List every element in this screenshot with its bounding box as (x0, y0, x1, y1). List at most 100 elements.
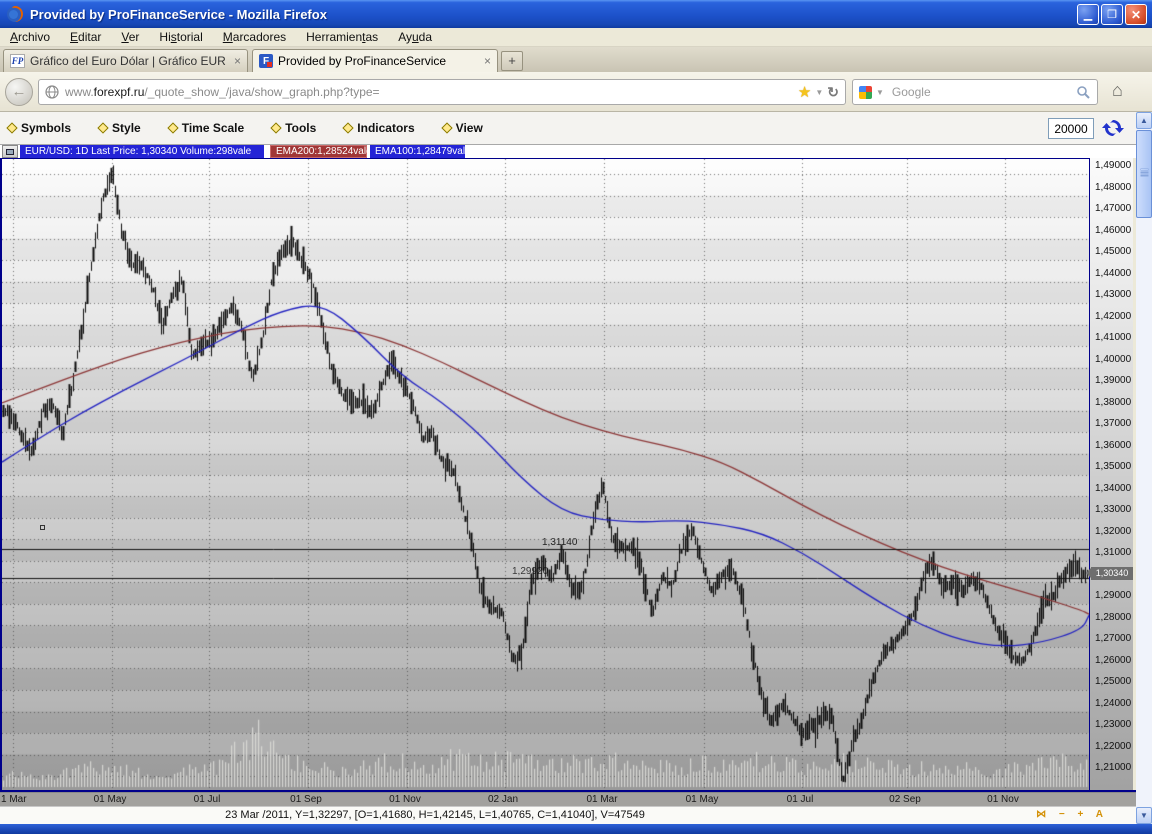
x-tick-label: 01 Mar (586, 794, 617, 805)
y-tick-label: 1,31000 (1095, 547, 1131, 558)
tab-strip: FP Gráfico del Euro Dólar | Gráfico EUR … (0, 47, 1152, 72)
tab-provided-by-profinanceservice[interactable]: F Provided by ProFinanceService × (252, 49, 498, 72)
tab-close-icon[interactable]: × (484, 54, 491, 68)
diamond-icon (343, 122, 354, 133)
scroll-down-icon[interactable]: ▼ (1136, 807, 1152, 824)
y-tick-label: 1,28000 (1095, 612, 1131, 623)
chart-corner-icons[interactable]: ⋈ − + A (1036, 809, 1108, 820)
y-tick-label: 1,44000 (1095, 268, 1131, 279)
y-tick-label: 1,26000 (1095, 655, 1131, 666)
x-tick-label: 1 Mar (1, 794, 27, 805)
search-engine-dropdown-icon[interactable]: ▼ (876, 88, 884, 97)
scroll-up-icon[interactable]: ▲ (1136, 112, 1152, 129)
close-button[interactable]: ✕ (1125, 4, 1147, 25)
menu-herramientas[interactable]: Herramientas (296, 28, 388, 46)
reload-icon[interactable]: ↻ (827, 84, 839, 101)
y-tick-label: 1,22000 (1095, 741, 1131, 752)
y-tick-label: 1,33000 (1095, 504, 1131, 515)
url-text[interactable]: www.forexpf.ru/_quote_show_/java/show_gr… (65, 85, 798, 99)
y-tick-label: 1,45000 (1095, 246, 1131, 257)
menu-bar: Archivo Editar Ver Historial Marcadores … (0, 28, 1152, 47)
tab-label: Provided by ProFinanceService (278, 54, 480, 68)
y-tick-label: 1,29000 (1095, 590, 1131, 601)
home-icon[interactable]: ⌂ (1112, 80, 1123, 101)
diamond-icon (441, 122, 452, 133)
tab-close-icon[interactable]: × (234, 54, 241, 68)
x-tick-label: 01 Nov (389, 794, 421, 805)
window-bottom-border (0, 824, 1152, 834)
toolbar-tools[interactable]: Tools (272, 121, 316, 135)
x-tick-label: 01 May (686, 794, 719, 805)
tab-label: Gráfico del Euro Dólar | Gráfico EUR USD… (30, 54, 230, 68)
menu-historial[interactable]: Historial (149, 28, 212, 46)
ema200-chip[interactable]: EMA200:1,28524vale (270, 145, 367, 158)
window-title: Provided by ProFinanceService - Mozilla … (30, 7, 327, 22)
toolbar-time-scale[interactable]: Time Scale (169, 121, 244, 135)
menu-marcadores[interactable]: Marcadores (213, 28, 296, 46)
status-bar: 23 Mar /2011, Y=1,32297, [O=1,41680, H=1… (0, 806, 1136, 824)
toolbar-indicators[interactable]: Indicators (344, 121, 414, 135)
ema100-chip[interactable]: EMA100:1,28479vale (370, 145, 465, 158)
restore-button[interactable]: ❐ (1101, 4, 1123, 25)
menu-archivo[interactable]: Archivo (0, 28, 60, 46)
tab-grafico-euro-dolar[interactable]: FP Gráfico del Euro Dólar | Gráfico EUR … (3, 49, 248, 72)
title-bar[interactable]: Provided by ProFinanceService - Mozilla … (0, 0, 1152, 28)
navigation-toolbar: ← www.forexpf.ru/_quote_show_/java/show_… (0, 72, 1152, 112)
y-tick-label: 1,27000 (1095, 633, 1131, 644)
scrollbar-thumb[interactable] (1136, 130, 1152, 218)
search-placeholder[interactable]: Google (892, 85, 1076, 99)
diamond-icon (97, 122, 108, 133)
menu-ver[interactable]: Ver (111, 28, 149, 46)
firefox-window: Provided by ProFinanceService - Mozilla … (0, 0, 1152, 834)
y-tick-label: 1,38000 (1095, 397, 1131, 408)
y-tick-label: 1,36000 (1095, 440, 1131, 451)
menu-editar[interactable]: Editar (60, 28, 111, 46)
x-tick-label: 01 May (94, 794, 127, 805)
time-axis[interactable]: 1 Mar01 May01 Jul01 Sep01 Nov02 Jan01 Ma… (0, 792, 1136, 806)
x-tick-label: 01 Jul (194, 794, 221, 805)
menu-ayuda[interactable]: Ayuda (388, 28, 442, 46)
x-tick-label: 02 Jan (488, 794, 518, 805)
back-button[interactable]: ← (5, 78, 33, 106)
bookmark-star-icon[interactable]: ★ (798, 83, 811, 101)
diamond-icon (167, 122, 178, 133)
y-tick-label: 1,49000 (1095, 160, 1131, 171)
chart-header: EUR/USD: 1D Last Price: 1,30340 Volume:2… (0, 145, 1136, 158)
y-tick-label: 1,34000 (1095, 483, 1131, 494)
magnifier-icon[interactable] (1076, 85, 1091, 100)
y-tick-label: 1,48000 (1095, 182, 1131, 193)
y-tick-label: 1,25000 (1095, 676, 1131, 687)
new-tab-button[interactable]: + (501, 51, 523, 71)
url-dropdown-icon[interactable]: ▼ (815, 88, 823, 97)
last-price-tag: 1,30340 (1091, 567, 1133, 580)
chart-plot-area[interactable]: 1,31140 1,29920 (0, 158, 1089, 790)
price-axis[interactable]: 1,30340 1,490001,480001,470001,460001,45… (1089, 158, 1133, 790)
y-tick-label: 1,42000 (1095, 311, 1131, 322)
drawing-handle[interactable] (40, 525, 45, 530)
y-tick-label: 1,37000 (1095, 418, 1131, 429)
toolbar-symbols[interactable]: Symbols (8, 121, 71, 135)
toolbar-view[interactable]: View (443, 121, 483, 135)
toolbar-style[interactable]: Style (99, 121, 141, 135)
profinance-favicon: F (259, 54, 273, 68)
diamond-icon (271, 122, 282, 133)
symbol-info-chip[interactable]: EUR/USD: 1D Last Price: 1,30340 Volume:2… (20, 145, 264, 158)
y-tick-label: 1,21000 (1095, 762, 1131, 773)
globe-icon (45, 85, 59, 99)
fp-favicon: FP (10, 54, 25, 68)
bars-count-input[interactable] (1048, 118, 1094, 139)
vertical-scrollbar[interactable]: ▲ ▼ (1136, 112, 1152, 824)
firefox-icon (6, 5, 24, 23)
x-tick-label: 01 Jul (787, 794, 814, 805)
url-bar[interactable]: www.forexpf.ru/_quote_show_/java/show_gr… (38, 79, 846, 105)
search-box[interactable]: ▼ Google (852, 79, 1098, 105)
google-icon[interactable] (859, 86, 872, 99)
y-tick-label: 1,35000 (1095, 461, 1131, 472)
minimize-button[interactable]: ▁ (1077, 4, 1099, 25)
price-chart-canvas[interactable] (2, 159, 1089, 790)
chart-properties-icon[interactable] (2, 145, 18, 158)
y-tick-label: 1,40000 (1095, 354, 1131, 365)
diamond-icon (6, 122, 17, 133)
refresh-chart-icon[interactable] (1101, 116, 1125, 140)
x-tick-label: 01 Nov (987, 794, 1019, 805)
